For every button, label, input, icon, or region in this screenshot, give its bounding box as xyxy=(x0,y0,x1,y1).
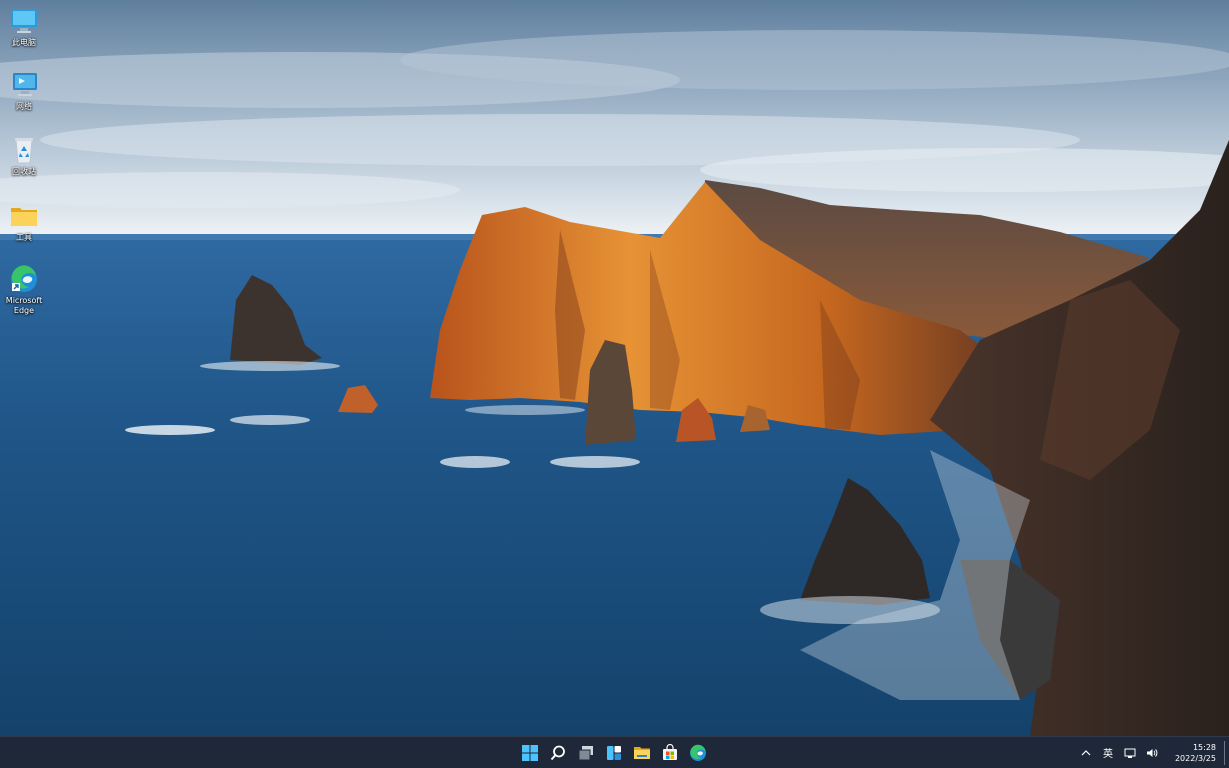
task-view-button[interactable] xyxy=(574,739,598,766)
file-explorer-button[interactable] xyxy=(630,739,654,766)
system-tray: 英 15:28 2022/3/25 xyxy=(1075,737,1229,768)
store-button[interactable] xyxy=(658,739,682,766)
windows-start-icon xyxy=(522,744,538,761)
start-button[interactable] xyxy=(518,739,542,766)
store-icon xyxy=(663,743,677,760)
desktop-icon-network[interactable]: 网络 xyxy=(0,70,50,112)
file-explorer-icon xyxy=(634,746,650,759)
task-view-icon xyxy=(578,745,593,760)
folder-icon xyxy=(11,208,37,226)
clock[interactable]: 15:28 2022/3/25 xyxy=(1163,742,1224,764)
desktop-icon-label: 此电脑 xyxy=(12,38,36,47)
edge-icon xyxy=(690,744,706,761)
volume-icon xyxy=(1146,748,1158,757)
desktop-icon-this-pc[interactable]: 此电脑 xyxy=(0,6,50,48)
recycle-bin-icon xyxy=(15,138,33,164)
network-icon xyxy=(13,73,37,96)
desktop-icon-label: Microsoft Edge xyxy=(5,296,43,315)
search-icon xyxy=(550,745,565,760)
desktop-icon-tools-folder[interactable]: 工具 xyxy=(0,201,50,243)
taskbar: 英 15:28 2022/3/25 xyxy=(0,736,1229,768)
input-method-indicator[interactable]: 英 xyxy=(1097,741,1119,765)
desktop[interactable]: 此电脑 网络 回收站 工具 Microsoft Edge xyxy=(0,0,1229,736)
clock-time: 15:28 xyxy=(1192,742,1216,752)
this-pc-icon xyxy=(11,9,37,33)
network-monitor-icon xyxy=(1124,748,1136,758)
volume-button[interactable] xyxy=(1141,741,1163,765)
search-button[interactable] xyxy=(546,739,570,766)
network-status-button[interactable] xyxy=(1119,741,1141,765)
show-hidden-icons-button[interactable] xyxy=(1075,741,1097,765)
edge-icon xyxy=(11,265,37,292)
desktop-icon-recycle-bin[interactable]: 回收站 xyxy=(0,135,50,177)
wallpaper xyxy=(0,0,1229,736)
desktop-icon-label: 工具 xyxy=(16,233,32,242)
chevron-up-icon xyxy=(1081,749,1091,755)
desktop-icon-label: 网络 xyxy=(16,102,32,111)
desktop-icon-edge[interactable]: Microsoft Edge xyxy=(0,264,50,316)
edge-taskbar-button[interactable] xyxy=(686,739,710,766)
desktop-icon-label: 回收站 xyxy=(12,167,36,176)
clock-date: 2022/3/25 xyxy=(1174,753,1216,763)
widgets-button[interactable] xyxy=(602,739,626,766)
show-desktop-button[interactable] xyxy=(1224,740,1229,765)
widgets-icon xyxy=(607,745,621,760)
taskbar-apps xyxy=(518,739,710,766)
